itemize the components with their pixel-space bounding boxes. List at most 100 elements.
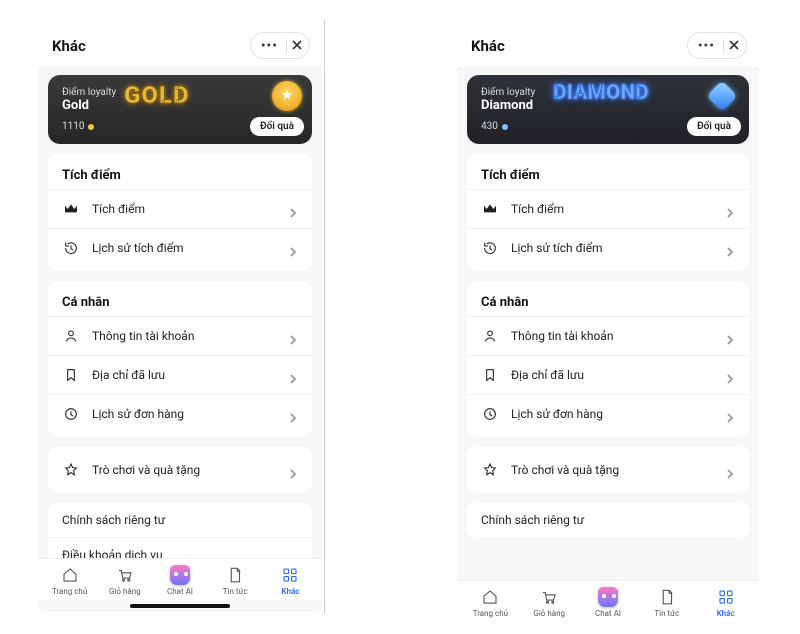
nav-label: Giỏ hàng: [533, 609, 565, 618]
section-points: Tích điểm Tích điểm Lịch sử tích điểm: [48, 154, 312, 271]
row-label: Địa chỉ đã lưu: [92, 368, 276, 382]
chevron-right-icon: [288, 330, 300, 342]
nav-chatai[interactable]: Chat AI: [579, 587, 638, 618]
section-games: Trò chơi và quà tặng: [467, 447, 749, 493]
home-icon: [480, 587, 500, 607]
row-account[interactable]: Thông tin tài khoản: [467, 316, 749, 355]
row-addresses[interactable]: Địa chỉ đã lưu: [48, 355, 312, 394]
home-icon: [60, 565, 80, 585]
star-icon: [481, 461, 499, 479]
tier-display: GOLD: [124, 81, 189, 109]
bookmark-icon: [481, 366, 499, 384]
content-scroll: Điểm loyalty Gold GOLD 1110 Đổi quà Tích…: [38, 67, 322, 558]
row-privacy[interactable]: Chính sách riêng tư: [467, 503, 749, 537]
chevron-right-icon: [725, 408, 737, 420]
nav-home[interactable]: Trang chủ: [42, 565, 97, 596]
cart-icon: [115, 565, 135, 585]
row-label: Địa chỉ đã lưu: [511, 368, 713, 382]
crown-icon: [62, 200, 80, 218]
phone-left: Khác ••• Điểm loyalty Gold GOLD 1110 Đổi…: [38, 22, 322, 612]
close-button[interactable]: [291, 36, 303, 55]
row-label: Thông tin tài khoản: [92, 329, 276, 343]
nav-label: Khác: [281, 587, 299, 596]
topbar: Khác •••: [38, 22, 322, 67]
row-terms[interactable]: Điều khoản dịch vụ: [48, 537, 312, 558]
nav-label: Giỏ hàng: [109, 587, 141, 596]
nav-home[interactable]: Trang chủ: [461, 587, 520, 618]
row-games[interactable]: Trò chơi và quà tặng: [48, 451, 312, 489]
row-label: Lịch sử đơn hàng: [511, 407, 713, 421]
chevron-right-icon: [288, 464, 300, 476]
topbar-controls: •••: [687, 32, 747, 59]
clock-icon: [62, 405, 80, 423]
row-label: Chính sách riêng tư: [481, 513, 737, 527]
user-icon: [481, 327, 499, 345]
row-label: Trò chơi và quà tặng: [92, 463, 276, 477]
phone-divider: [324, 20, 325, 614]
content-scroll: Điểm loyalty Diamond DIAMOND 430 Đổi quà…: [457, 67, 759, 580]
section-title: Tích điểm: [467, 158, 749, 189]
nav-news[interactable]: Tin tức: [637, 587, 696, 618]
nav-cart[interactable]: Giỏ hàng: [520, 587, 579, 618]
history-icon: [481, 239, 499, 257]
row-label: Thông tin tài khoản: [511, 329, 713, 343]
row-order-history[interactable]: Lịch sử đơn hàng: [48, 394, 312, 433]
section-title: Tích điểm: [48, 158, 312, 189]
tier-badge-icon: [272, 81, 302, 111]
row-earn-points[interactable]: Tích điểm: [467, 189, 749, 228]
clock-icon: [481, 405, 499, 423]
chevron-right-icon: [725, 464, 737, 476]
grid-icon: [280, 565, 300, 585]
row-earn-points[interactable]: Tích điểm: [48, 189, 312, 228]
chevron-right-icon: [288, 408, 300, 420]
more-icon[interactable]: •••: [257, 38, 282, 54]
page-title: Khác: [52, 37, 86, 55]
chatai-icon: [598, 587, 618, 607]
section-title: Cá nhân: [467, 285, 749, 316]
row-label: Tích điểm: [92, 202, 276, 216]
row-order-history[interactable]: Lịch sử đơn hàng: [467, 394, 749, 433]
row-points-history[interactable]: Lịch sử tích điểm: [48, 228, 312, 267]
row-games[interactable]: Trò chơi và quà tặng: [467, 451, 749, 489]
section-points: Tích điểm Tích điểm Lịch sử tích điểm: [467, 154, 749, 271]
footer-nav: Trang chủ Giỏ hàng Chat AI Tin tức Khác: [457, 580, 759, 622]
section-legal: Chính sách riêng tư Điều khoản dịch vụ: [48, 503, 312, 558]
nav-label: Trang chủ: [473, 609, 508, 618]
section-title: Cá nhân: [48, 285, 312, 316]
control-separator: [286, 39, 287, 53]
footer-nav: Trang chủ Giỏ hàng Chat AI Tin tức Khác: [38, 558, 322, 600]
nav-cart[interactable]: Giỏ hàng: [97, 565, 152, 596]
topbar: Khác •••: [457, 22, 759, 67]
row-label: Chính sách riêng tư: [62, 513, 300, 527]
nav-label: Tin tức: [223, 587, 248, 596]
topbar-controls: •••: [250, 32, 310, 59]
nav-label: Trang chủ: [52, 587, 87, 596]
control-separator: [723, 39, 724, 53]
exchange-button[interactable]: Đổi quà: [687, 117, 741, 136]
more-icon[interactable]: •••: [694, 38, 719, 54]
chevron-right-icon: [288, 242, 300, 254]
nav-label: Tin tức: [654, 609, 679, 618]
close-button[interactable]: [728, 36, 740, 55]
bookmark-icon: [62, 366, 80, 384]
loyalty-card[interactable]: Điểm loyalty Gold GOLD 1110 Đổi quà: [48, 75, 312, 144]
nav-news[interactable]: Tin tức: [208, 565, 263, 596]
crown-icon: [481, 200, 499, 218]
row-label: Tích điểm: [511, 202, 713, 216]
doc-icon: [225, 565, 245, 585]
row-label: Lịch sử tích điểm: [92, 241, 276, 255]
nav-more[interactable]: Khác: [696, 587, 755, 618]
loyalty-card[interactable]: Điểm loyalty Diamond DIAMOND 430 Đổi quà: [467, 75, 749, 144]
coin-icon: [88, 124, 94, 130]
chevron-right-icon: [288, 369, 300, 381]
exchange-button[interactable]: Đổi quà: [250, 117, 304, 136]
row-account[interactable]: Thông tin tài khoản: [48, 316, 312, 355]
chevron-right-icon: [725, 330, 737, 342]
nav-more[interactable]: Khác: [263, 565, 318, 596]
phone-right: Khác ••• Điểm loyalty Diamond DIAMOND 43…: [457, 22, 759, 622]
nav-chatai[interactable]: Chat AI: [152, 565, 207, 596]
row-privacy[interactable]: Chính sách riêng tư: [48, 503, 312, 537]
row-points-history[interactable]: Lịch sử tích điểm: [467, 228, 749, 267]
row-addresses[interactable]: Địa chỉ đã lưu: [467, 355, 749, 394]
row-label: Lịch sử tích điểm: [511, 241, 713, 255]
